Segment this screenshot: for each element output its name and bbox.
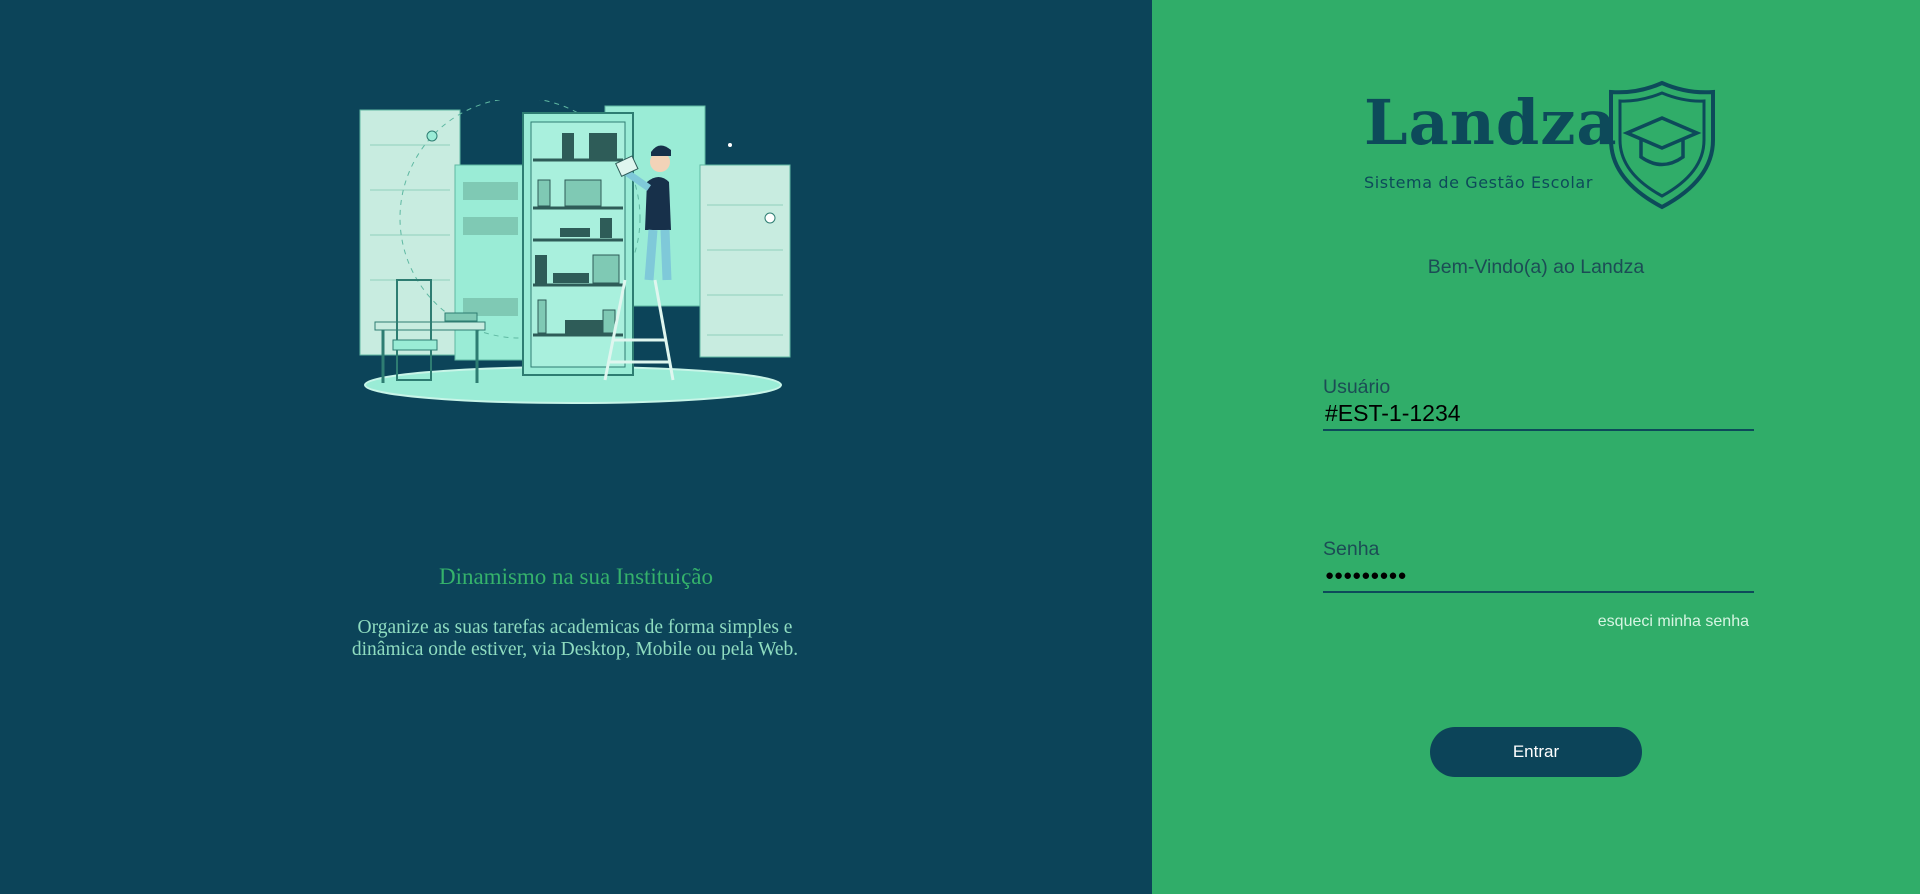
graduation-cap-shield-icon <box>1609 80 1715 210</box>
forgot-password-link[interactable]: esqueci minha senha <box>1500 613 1749 631</box>
description: Organize as suas tarefas academicas de f… <box>351 617 799 660</box>
username-input[interactable] <box>1323 399 1754 431</box>
tagline: Dinamismo na sua Instituição <box>438 564 714 589</box>
password-label: Senha <box>1323 538 1380 560</box>
password-input[interactable] <box>1323 561 1754 593</box>
welcome-text: Bem-Vindo(a) ao Landza <box>1427 256 1645 278</box>
logo-name: Landza <box>1364 86 1618 159</box>
login-button[interactable]: Entrar <box>1430 727 1642 777</box>
left-panel: Dinamismo na sua Instituição Organize as… <box>0 0 1152 894</box>
logo-subtitle: Sistema de Gestão Escolar <box>1364 173 1594 192</box>
username-field: Usuário <box>1323 375 1754 431</box>
username-label: Usuário <box>1323 376 1391 398</box>
password-field: Senha <box>1323 537 1754 593</box>
logo: Landza Sistema de Gestão Escolar <box>1364 80 1724 212</box>
library-illustration <box>359 100 791 404</box>
